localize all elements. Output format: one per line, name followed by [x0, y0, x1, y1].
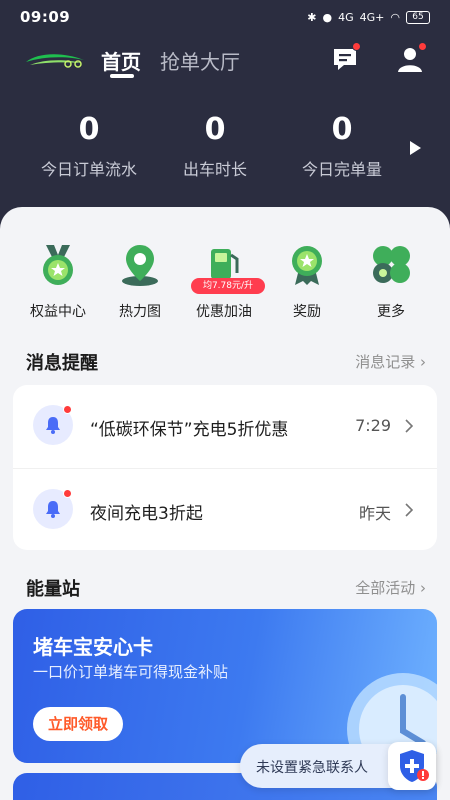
message-history-link[interactable]: 消息记录 › [355, 351, 426, 372]
location-icon: ● [322, 10, 333, 24]
message-history-label: 消息记录 [355, 353, 416, 371]
bluetooth-icon: ✱ [307, 10, 317, 24]
messages-card: “低碳环保节”充电5折优惠 7:29 夜间充电3折起 昨天 [13, 385, 437, 550]
messages-button[interactable] [330, 42, 361, 74]
quick-action-fuel-discount[interactable]: 均7.78元/升 优惠加油 [184, 243, 265, 321]
app-logo-icon [26, 54, 84, 68]
message-text: “低碳环保节”充电5折优惠 [90, 420, 289, 440]
message-text: 夜间充电3折起 [90, 504, 203, 524]
today-stats: 0 今日订单流水 0 出车时长 0 今日完单量 [0, 110, 450, 190]
network-label-2: 4G+ [359, 10, 385, 24]
messages-unread-dot [352, 42, 361, 51]
message-item[interactable]: 夜间充电3折起 昨天 [13, 468, 437, 550]
stat-order-revenue[interactable]: 0 今日订单流水 [24, 110, 154, 180]
stat-label: 今日订单流水 [40, 160, 137, 179]
messages-section-header: 消息提醒 消息记录 › [26, 349, 426, 375]
wifi-icon: ◠ [390, 10, 400, 24]
chevron-right-icon [405, 503, 413, 517]
bell-icon [46, 501, 60, 518]
all-activities-link[interactable]: 全部活动 › [355, 577, 426, 598]
tab-home[interactable]: 首页 [101, 46, 141, 75]
header-area: 09:09 ✱ ● 4G 4G+ ◠ 65 首页 抢单大厅 0 今日订单流水 0… [0, 0, 450, 240]
banner-subtitle: 一口价订单堵车可得现金补贴 [33, 663, 229, 681]
message-time: 昨天 [358, 504, 391, 523]
bell-icon-wrap [33, 489, 73, 529]
status-bar: 09:09 ✱ ● 4G 4G+ ◠ 65 [0, 0, 450, 34]
unread-dot [63, 405, 72, 414]
quick-action-label: 优惠加油 [196, 304, 252, 320]
reward-badge-icon [292, 246, 322, 285]
message-item[interactable]: “低碳环保节”充电5折优惠 7:29 [13, 385, 437, 467]
main-panel: 权益中心 热力图 均7.78元/升 优惠加油 奖励 更多 消息提醒 消息记录 ›… [0, 207, 450, 800]
bell-icon [46, 417, 60, 434]
quick-action-more[interactable]: 更多 [351, 243, 431, 321]
unread-dot [63, 489, 72, 498]
medal-icon [43, 245, 73, 285]
top-nav: 首页 抢单大厅 [0, 40, 450, 80]
stat-value: 0 [78, 112, 100, 147]
map-pin-icon [122, 245, 158, 286]
stat-driving-time[interactable]: 0 出车时长 [150, 110, 280, 180]
quick-action-label: 热力图 [119, 304, 161, 320]
shield-icon [400, 750, 429, 782]
stat-value: 0 [331, 112, 353, 147]
quick-action-benefits[interactable]: 权益中心 [18, 243, 98, 321]
quick-action-label: 权益中心 [30, 304, 86, 320]
safety-shield-button[interactable] [388, 742, 436, 790]
play-arrow-icon[interactable] [408, 140, 422, 156]
profile-button[interactable] [396, 42, 427, 74]
battery-icon: 65 [406, 10, 430, 24]
status-time: 09:09 [20, 8, 71, 26]
profile-unread-dot [418, 42, 427, 51]
quick-actions: 权益中心 热力图 均7.78元/升 优惠加油 奖励 更多 [0, 243, 450, 323]
stat-completed-orders[interactable]: 0 今日完单量 [277, 110, 407, 180]
tab-order-hall[interactable]: 抢单大厅 [160, 46, 240, 75]
emergency-contact-text: 未设置紧急联系人 [256, 760, 368, 776]
fuel-price-badge: 均7.78元/升 [191, 278, 265, 294]
quick-action-label: 更多 [377, 304, 405, 320]
quick-action-label: 奖励 [293, 304, 321, 320]
all-activities-label: 全部活动 [355, 579, 416, 597]
energy-section-title: 能量站 [26, 579, 80, 600]
stat-label: 出车时长 [182, 160, 247, 179]
claim-button[interactable]: 立即领取 [33, 707, 123, 741]
quick-action-rewards[interactable]: 奖励 [267, 243, 347, 321]
message-time: 7:29 [355, 416, 391, 435]
stat-label: 今日完单量 [301, 160, 382, 179]
promo-banner[interactable]: 堵车宝安心卡 一口价订单堵车可得现金补贴 立即领取 [13, 609, 437, 763]
energy-section-header: 能量站 全部活动 › [26, 575, 426, 601]
bell-icon-wrap [33, 405, 73, 445]
more-grid-icon [373, 246, 410, 283]
banner-title: 堵车宝安心卡 [33, 635, 153, 659]
tab-home-indicator [110, 74, 134, 78]
chevron-right-icon [405, 419, 413, 433]
messages-section-title: 消息提醒 [26, 353, 98, 374]
stat-value: 0 [204, 112, 226, 147]
status-icons: ✱ ● 4G 4G+ ◠ 65 [307, 10, 430, 24]
network-label: 4G [338, 10, 354, 24]
quick-action-heatmap[interactable]: 热力图 [100, 243, 180, 321]
